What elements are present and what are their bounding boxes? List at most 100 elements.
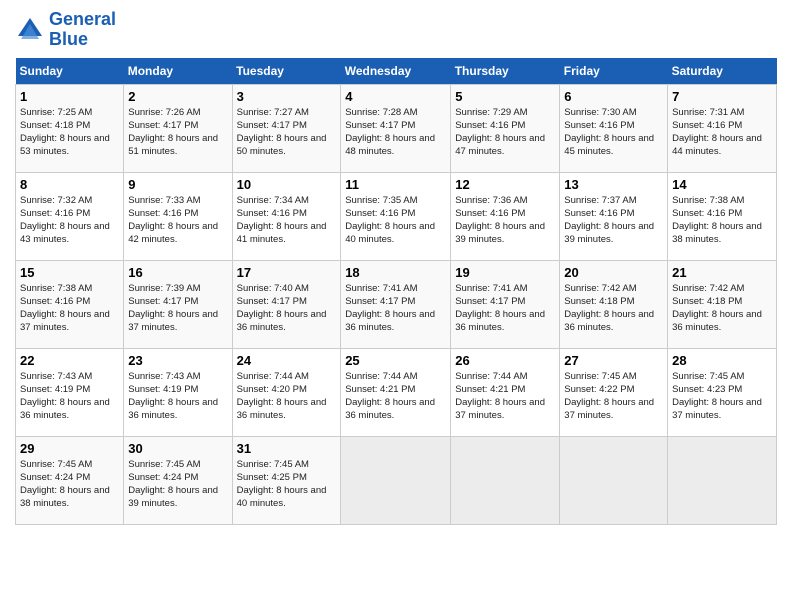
calendar-cell: 27 Sunrise: 7:45 AMSunset: 4:22 PMDaylig…	[560, 348, 668, 436]
calendar-cell: 8 Sunrise: 7:32 AMSunset: 4:16 PMDayligh…	[16, 172, 124, 260]
day-number: 26	[455, 353, 555, 368]
logo-text: General Blue	[49, 10, 116, 50]
weekday-header-friday: Friday	[560, 58, 668, 85]
calendar-week-5: 29 Sunrise: 7:45 AMSunset: 4:24 PMDaylig…	[16, 436, 777, 524]
day-info: Sunrise: 7:45 AMSunset: 4:24 PMDaylight:…	[20, 459, 110, 510]
calendar-cell: 26 Sunrise: 7:44 AMSunset: 4:21 PMDaylig…	[451, 348, 560, 436]
weekday-header-wednesday: Wednesday	[341, 58, 451, 85]
day-info: Sunrise: 7:37 AMSunset: 4:16 PMDaylight:…	[564, 195, 654, 246]
day-info: Sunrise: 7:44 AMSunset: 4:20 PMDaylight:…	[237, 371, 327, 422]
calendar-cell: 2 Sunrise: 7:26 AMSunset: 4:17 PMDayligh…	[124, 84, 232, 172]
day-number: 3	[237, 89, 337, 104]
day-info: Sunrise: 7:25 AMSunset: 4:18 PMDaylight:…	[20, 107, 110, 158]
day-number: 23	[128, 353, 227, 368]
day-number: 12	[455, 177, 555, 192]
day-number: 20	[564, 265, 663, 280]
calendar-cell: 3 Sunrise: 7:27 AMSunset: 4:17 PMDayligh…	[232, 84, 341, 172]
day-number: 27	[564, 353, 663, 368]
calendar-cell: 14 Sunrise: 7:38 AMSunset: 4:16 PMDaylig…	[668, 172, 777, 260]
day-info: Sunrise: 7:43 AMSunset: 4:19 PMDaylight:…	[128, 371, 218, 422]
calendar-week-4: 22 Sunrise: 7:43 AMSunset: 4:19 PMDaylig…	[16, 348, 777, 436]
day-number: 2	[128, 89, 227, 104]
day-info: Sunrise: 7:43 AMSunset: 4:19 PMDaylight:…	[20, 371, 110, 422]
calendar-cell: 21 Sunrise: 7:42 AMSunset: 4:18 PMDaylig…	[668, 260, 777, 348]
calendar-cell	[451, 436, 560, 524]
day-number: 13	[564, 177, 663, 192]
calendar-cell: 22 Sunrise: 7:43 AMSunset: 4:19 PMDaylig…	[16, 348, 124, 436]
calendar-cell: 25 Sunrise: 7:44 AMSunset: 4:21 PMDaylig…	[341, 348, 451, 436]
day-number: 4	[345, 89, 446, 104]
calendar-cell: 4 Sunrise: 7:28 AMSunset: 4:17 PMDayligh…	[341, 84, 451, 172]
day-number: 17	[237, 265, 337, 280]
day-number: 9	[128, 177, 227, 192]
day-info: Sunrise: 7:42 AMSunset: 4:18 PMDaylight:…	[564, 283, 654, 334]
calendar-table: SundayMondayTuesdayWednesdayThursdayFrid…	[15, 58, 777, 525]
calendar-week-2: 8 Sunrise: 7:32 AMSunset: 4:16 PMDayligh…	[16, 172, 777, 260]
calendar-cell: 31 Sunrise: 7:45 AMSunset: 4:25 PMDaylig…	[232, 436, 341, 524]
calendar-cell	[668, 436, 777, 524]
day-info: Sunrise: 7:45 AMSunset: 4:23 PMDaylight:…	[672, 371, 762, 422]
day-number: 14	[672, 177, 772, 192]
calendar-cell: 9 Sunrise: 7:33 AMSunset: 4:16 PMDayligh…	[124, 172, 232, 260]
weekday-header-tuesday: Tuesday	[232, 58, 341, 85]
day-info: Sunrise: 7:31 AMSunset: 4:16 PMDaylight:…	[672, 107, 762, 158]
calendar-cell: 13 Sunrise: 7:37 AMSunset: 4:16 PMDaylig…	[560, 172, 668, 260]
day-info: Sunrise: 7:30 AMSunset: 4:16 PMDaylight:…	[564, 107, 654, 158]
day-number: 18	[345, 265, 446, 280]
weekday-header-sunday: Sunday	[16, 58, 124, 85]
day-info: Sunrise: 7:39 AMSunset: 4:17 PMDaylight:…	[128, 283, 218, 334]
calendar-cell: 10 Sunrise: 7:34 AMSunset: 4:16 PMDaylig…	[232, 172, 341, 260]
weekday-header-thursday: Thursday	[451, 58, 560, 85]
calendar-cell: 1 Sunrise: 7:25 AMSunset: 4:18 PMDayligh…	[16, 84, 124, 172]
calendar-cell: 23 Sunrise: 7:43 AMSunset: 4:19 PMDaylig…	[124, 348, 232, 436]
day-info: Sunrise: 7:41 AMSunset: 4:17 PMDaylight:…	[345, 283, 435, 334]
calendar-cell: 28 Sunrise: 7:45 AMSunset: 4:23 PMDaylig…	[668, 348, 777, 436]
day-number: 19	[455, 265, 555, 280]
calendar-week-1: 1 Sunrise: 7:25 AMSunset: 4:18 PMDayligh…	[16, 84, 777, 172]
day-info: Sunrise: 7:45 AMSunset: 4:22 PMDaylight:…	[564, 371, 654, 422]
calendar-cell: 24 Sunrise: 7:44 AMSunset: 4:20 PMDaylig…	[232, 348, 341, 436]
day-number: 22	[20, 353, 119, 368]
weekday-header-monday: Monday	[124, 58, 232, 85]
day-number: 6	[564, 89, 663, 104]
day-number: 7	[672, 89, 772, 104]
day-info: Sunrise: 7:38 AMSunset: 4:16 PMDaylight:…	[672, 195, 762, 246]
day-number: 30	[128, 441, 227, 456]
day-info: Sunrise: 7:45 AMSunset: 4:25 PMDaylight:…	[237, 459, 327, 510]
day-info: Sunrise: 7:42 AMSunset: 4:18 PMDaylight:…	[672, 283, 762, 334]
day-number: 29	[20, 441, 119, 456]
day-number: 31	[237, 441, 337, 456]
calendar-cell	[560, 436, 668, 524]
calendar-cell: 6 Sunrise: 7:30 AMSunset: 4:16 PMDayligh…	[560, 84, 668, 172]
day-info: Sunrise: 7:27 AMSunset: 4:17 PMDaylight:…	[237, 107, 327, 158]
calendar-cell: 16 Sunrise: 7:39 AMSunset: 4:17 PMDaylig…	[124, 260, 232, 348]
day-number: 21	[672, 265, 772, 280]
calendar-cell: 18 Sunrise: 7:41 AMSunset: 4:17 PMDaylig…	[341, 260, 451, 348]
day-info: Sunrise: 7:33 AMSunset: 4:16 PMDaylight:…	[128, 195, 218, 246]
day-number: 24	[237, 353, 337, 368]
day-info: Sunrise: 7:26 AMSunset: 4:17 PMDaylight:…	[128, 107, 218, 158]
calendar-container: General Blue SundayMondayTuesdayWednesda…	[0, 0, 792, 535]
calendar-cell: 5 Sunrise: 7:29 AMSunset: 4:16 PMDayligh…	[451, 84, 560, 172]
calendar-cell: 12 Sunrise: 7:36 AMSunset: 4:16 PMDaylig…	[451, 172, 560, 260]
calendar-cell: 15 Sunrise: 7:38 AMSunset: 4:16 PMDaylig…	[16, 260, 124, 348]
day-info: Sunrise: 7:35 AMSunset: 4:16 PMDaylight:…	[345, 195, 435, 246]
day-number: 11	[345, 177, 446, 192]
day-number: 25	[345, 353, 446, 368]
day-info: Sunrise: 7:34 AMSunset: 4:16 PMDaylight:…	[237, 195, 327, 246]
day-info: Sunrise: 7:44 AMSunset: 4:21 PMDaylight:…	[455, 371, 545, 422]
calendar-cell: 11 Sunrise: 7:35 AMSunset: 4:16 PMDaylig…	[341, 172, 451, 260]
calendar-week-3: 15 Sunrise: 7:38 AMSunset: 4:16 PMDaylig…	[16, 260, 777, 348]
logo: General Blue	[15, 10, 116, 50]
day-info: Sunrise: 7:29 AMSunset: 4:16 PMDaylight:…	[455, 107, 545, 158]
calendar-cell	[341, 436, 451, 524]
day-number: 1	[20, 89, 119, 104]
day-info: Sunrise: 7:44 AMSunset: 4:21 PMDaylight:…	[345, 371, 435, 422]
day-info: Sunrise: 7:41 AMSunset: 4:17 PMDaylight:…	[455, 283, 545, 334]
day-info: Sunrise: 7:36 AMSunset: 4:16 PMDaylight:…	[455, 195, 545, 246]
day-info: Sunrise: 7:45 AMSunset: 4:24 PMDaylight:…	[128, 459, 218, 510]
day-number: 16	[128, 265, 227, 280]
logo-icon	[15, 15, 45, 45]
day-info: Sunrise: 7:32 AMSunset: 4:16 PMDaylight:…	[20, 195, 110, 246]
day-info: Sunrise: 7:38 AMSunset: 4:16 PMDaylight:…	[20, 283, 110, 334]
